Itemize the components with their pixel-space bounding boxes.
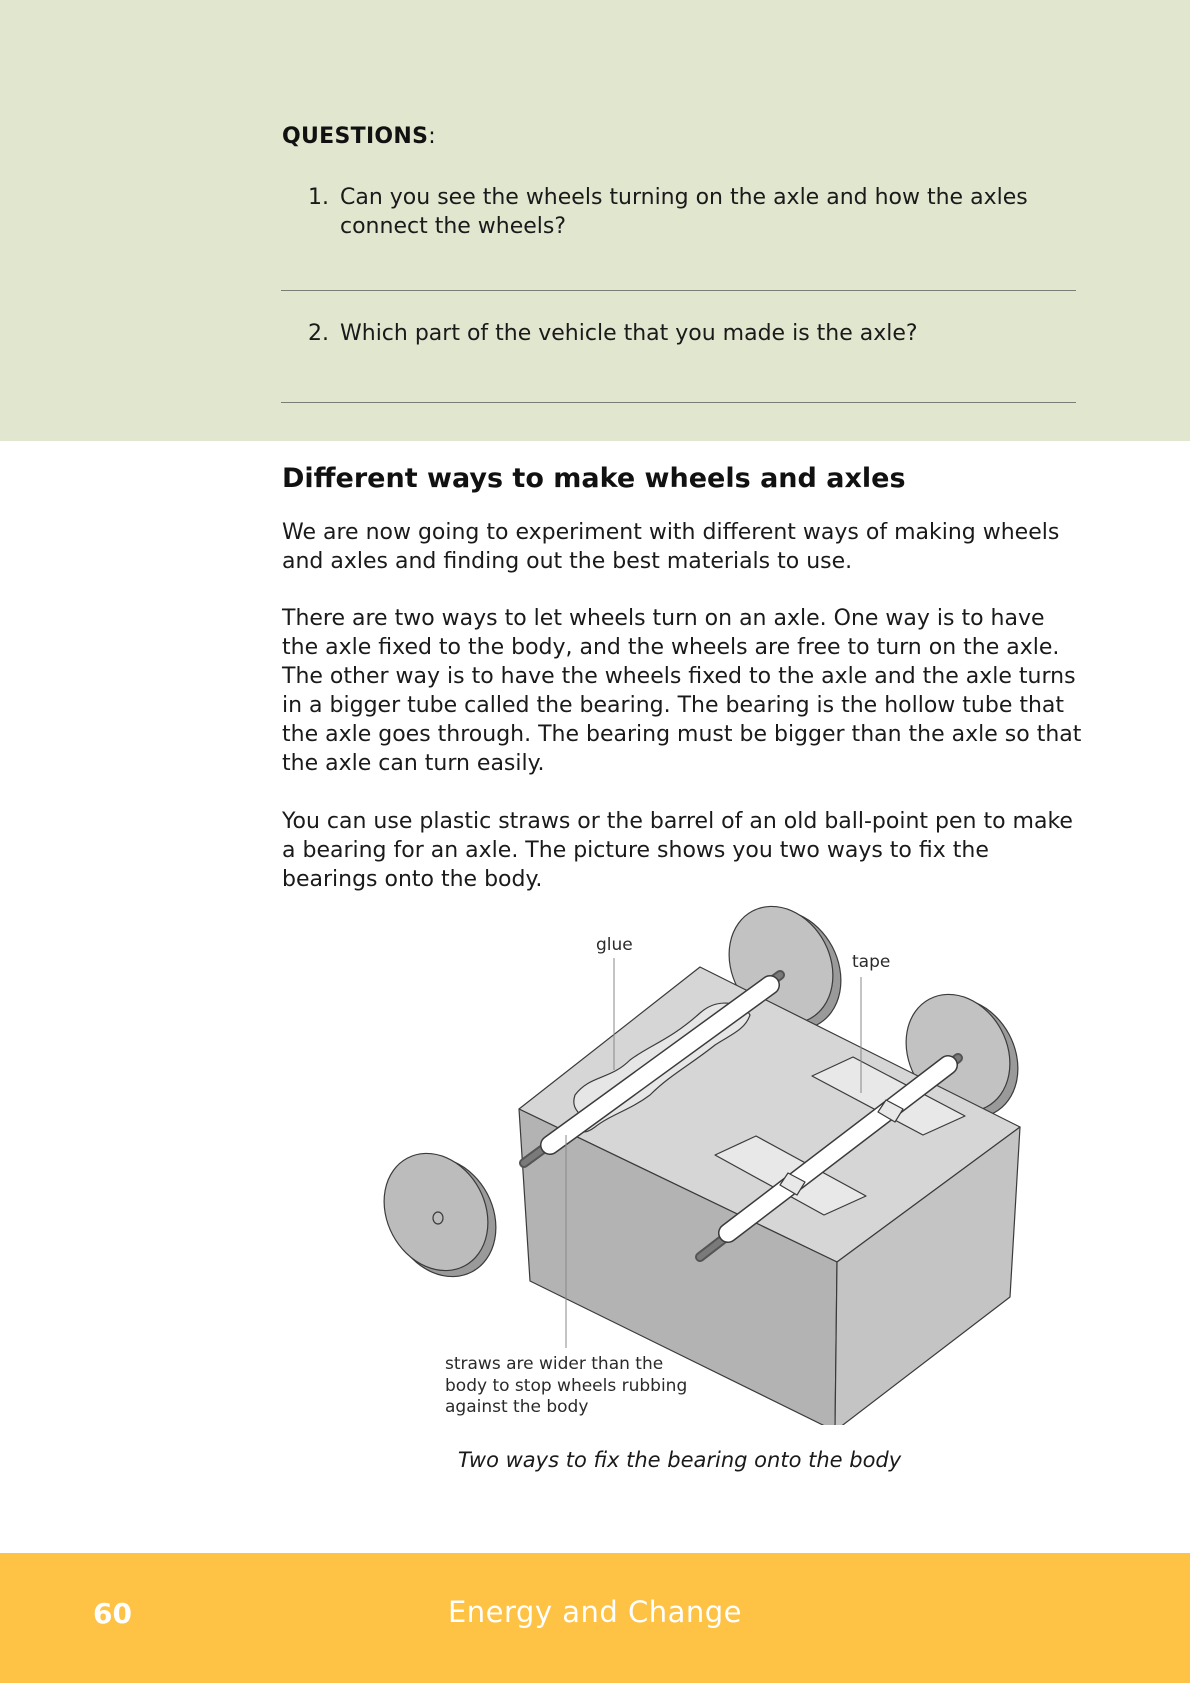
section-title: Different ways to make wheels and axles [282, 463, 906, 494]
question-2: 2. Which part of the vehicle that you ma… [308, 319, 1078, 348]
question-text: Can you see the wheels turning on the ax… [340, 185, 1028, 239]
paragraph-axle-methods: There are two ways to let wheels turn on… [282, 606, 1082, 776]
answer-line-1[interactable] [281, 290, 1076, 291]
question-text: Which part of the vehicle that you made … [340, 321, 918, 346]
figure-caption: Two ways to fix the bearing onto the bod… [457, 1448, 902, 1472]
question-number: 2. [308, 321, 329, 346]
vehicle-illustration: glue tape straws are wider than the body… [370, 895, 1040, 1425]
footer-bar: 60 Energy and Change [0, 1553, 1190, 1683]
tape-label: tape [852, 952, 891, 972]
paragraph-intro: We are now going to experiment with diff… [282, 520, 1060, 574]
vehicle-diagram [383, 905, 1021, 1425]
question-number: 1. [308, 185, 329, 210]
answer-line-2[interactable] [281, 402, 1076, 403]
glue-label: glue [596, 935, 633, 955]
questions-heading: QUESTIONS: [282, 124, 437, 149]
questions-box: QUESTIONS: 1. Can you see the wheels tur… [0, 0, 1190, 441]
straws-label: straws are wider than the body to stop w… [445, 1354, 688, 1417]
paragraph-bearings: You can use plastic straws or the barrel… [282, 809, 1073, 892]
question-1: 1. Can you see the wheels turning on the… [308, 183, 1078, 241]
book-title: Energy and Change [447, 1595, 743, 1629]
wheel-front-left [383, 1152, 497, 1278]
